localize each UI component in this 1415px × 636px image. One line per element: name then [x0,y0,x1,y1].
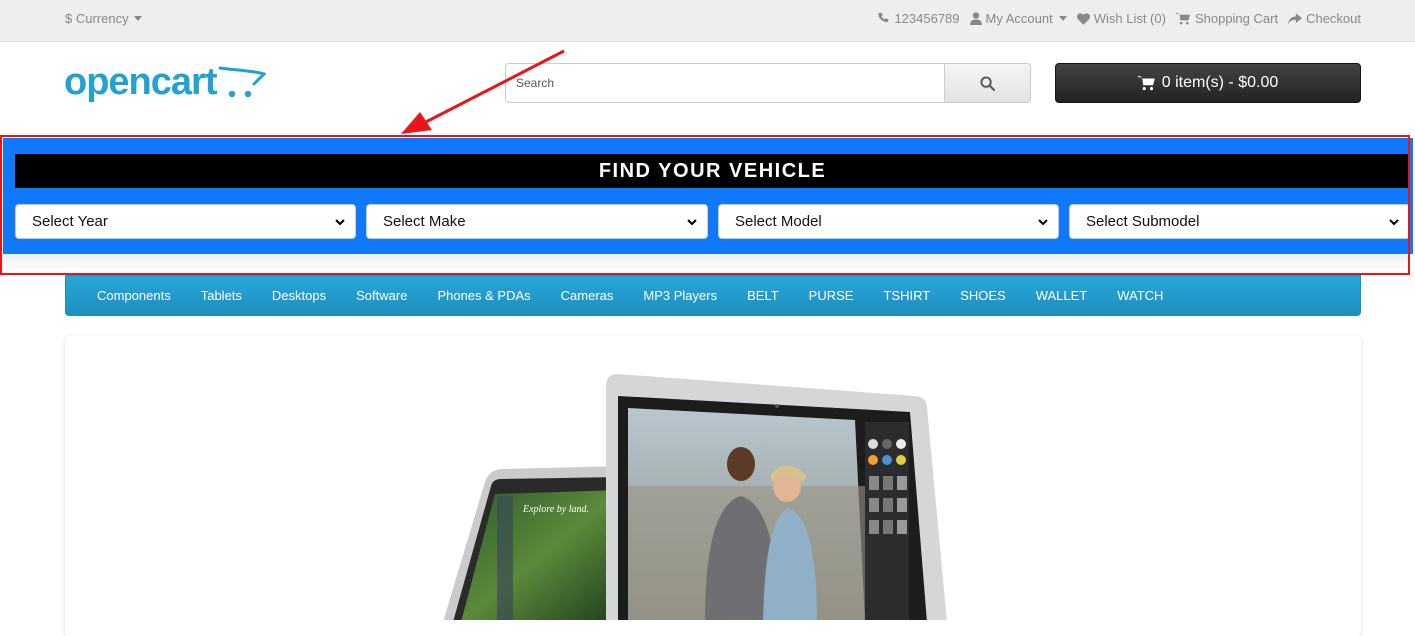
chevron-down-icon [1389,218,1399,225]
finder-shadow [3,254,1408,273]
logo-cart-icon [218,66,266,98]
cart-button[interactable]: 0 item(s) - $0.00 [1055,63,1361,103]
logo-text: opencart [64,61,217,103]
select-make[interactable]: Select Make [366,204,708,239]
category-menu: Components Tablets Desktops Software Pho… [65,275,1361,316]
top-links: 123456789 My Account Wish List (0) Shopp… [877,11,1361,26]
search-bar [505,63,1031,103]
select-make-value: Select Make [383,213,466,230]
caret-down-icon [1058,16,1067,21]
heart-icon [1076,12,1090,25]
user-icon [969,12,982,25]
chevron-down-icon [335,218,345,225]
wish-list-link[interactable]: Wish List (0) [1076,11,1166,26]
menu-item-watch[interactable]: WATCH [1117,288,1163,303]
currency-dropdown[interactable]: $ Currency [65,11,142,26]
select-submodel-value: Select Submodel [1086,213,1200,230]
chevron-down-icon [687,218,697,225]
menu-item-tshirt[interactable]: TSHIRT [883,288,930,303]
wish-list-label: Wish List (0) [1093,11,1166,26]
currency-label: $ Currency [65,11,129,26]
cart-icon [1137,76,1155,91]
search-icon [980,75,995,91]
select-year[interactable]: Select Year [15,204,356,239]
menu-item-purse[interactable]: PURSE [809,288,854,303]
select-submodel[interactable]: Select Submodel [1069,204,1410,239]
cart-summary: 0 item(s) - $0.00 [1161,74,1279,91]
menu-item-wallet[interactable]: WALLET [1036,288,1088,303]
search-button[interactable] [945,63,1031,103]
screen-caption: Explore by land. [522,504,589,515]
slideshow-banner[interactable]: Explore by land. [65,336,1361,636]
finder-title: FIND YOUR VEHICLE [15,154,1410,188]
phone-number: 123456789 [894,11,960,26]
cart-icon [1176,12,1190,25]
menu-item-mp3-players[interactable]: MP3 Players [643,288,717,303]
select-year-value: Select Year [32,213,108,230]
phone-link[interactable]: 123456789 [877,11,960,26]
top-bar: $ Currency 123456789 My Account Wish Lis… [0,0,1415,42]
share-arrow-icon [1288,12,1303,25]
shopping-cart-link[interactable]: Shopping Cart [1176,11,1278,26]
menu-item-cameras[interactable]: Cameras [561,288,614,303]
chevron-down-icon [1038,218,1048,225]
menu-item-belt[interactable]: BELT [747,288,779,303]
menu-item-phones-pdas[interactable]: Phones & PDAs [437,288,530,303]
search-input[interactable] [505,63,945,103]
checkout-label: Checkout [1306,11,1361,26]
caret-down-icon [133,16,142,21]
menu-item-desktops[interactable]: Desktops [272,288,326,303]
my-account-label: My Account [985,11,1053,26]
select-model-value: Select Model [735,213,822,230]
select-model[interactable]: Select Model [718,204,1059,239]
checkout-link[interactable]: Checkout [1288,11,1361,26]
opencart-logo[interactable]: opencart [64,60,266,104]
menu-item-components[interactable]: Components [97,288,171,303]
laptops-image: Explore by land. [443,374,947,620]
shopping-cart-label: Shopping Cart [1194,11,1279,26]
my-account-dropdown[interactable]: My Account [969,11,1067,26]
menu-item-tablets[interactable]: Tablets [201,288,242,303]
menu-item-software[interactable]: Software [356,288,407,303]
phone-icon [878,12,889,23]
menu-item-shoes[interactable]: SHOES [960,288,1006,303]
